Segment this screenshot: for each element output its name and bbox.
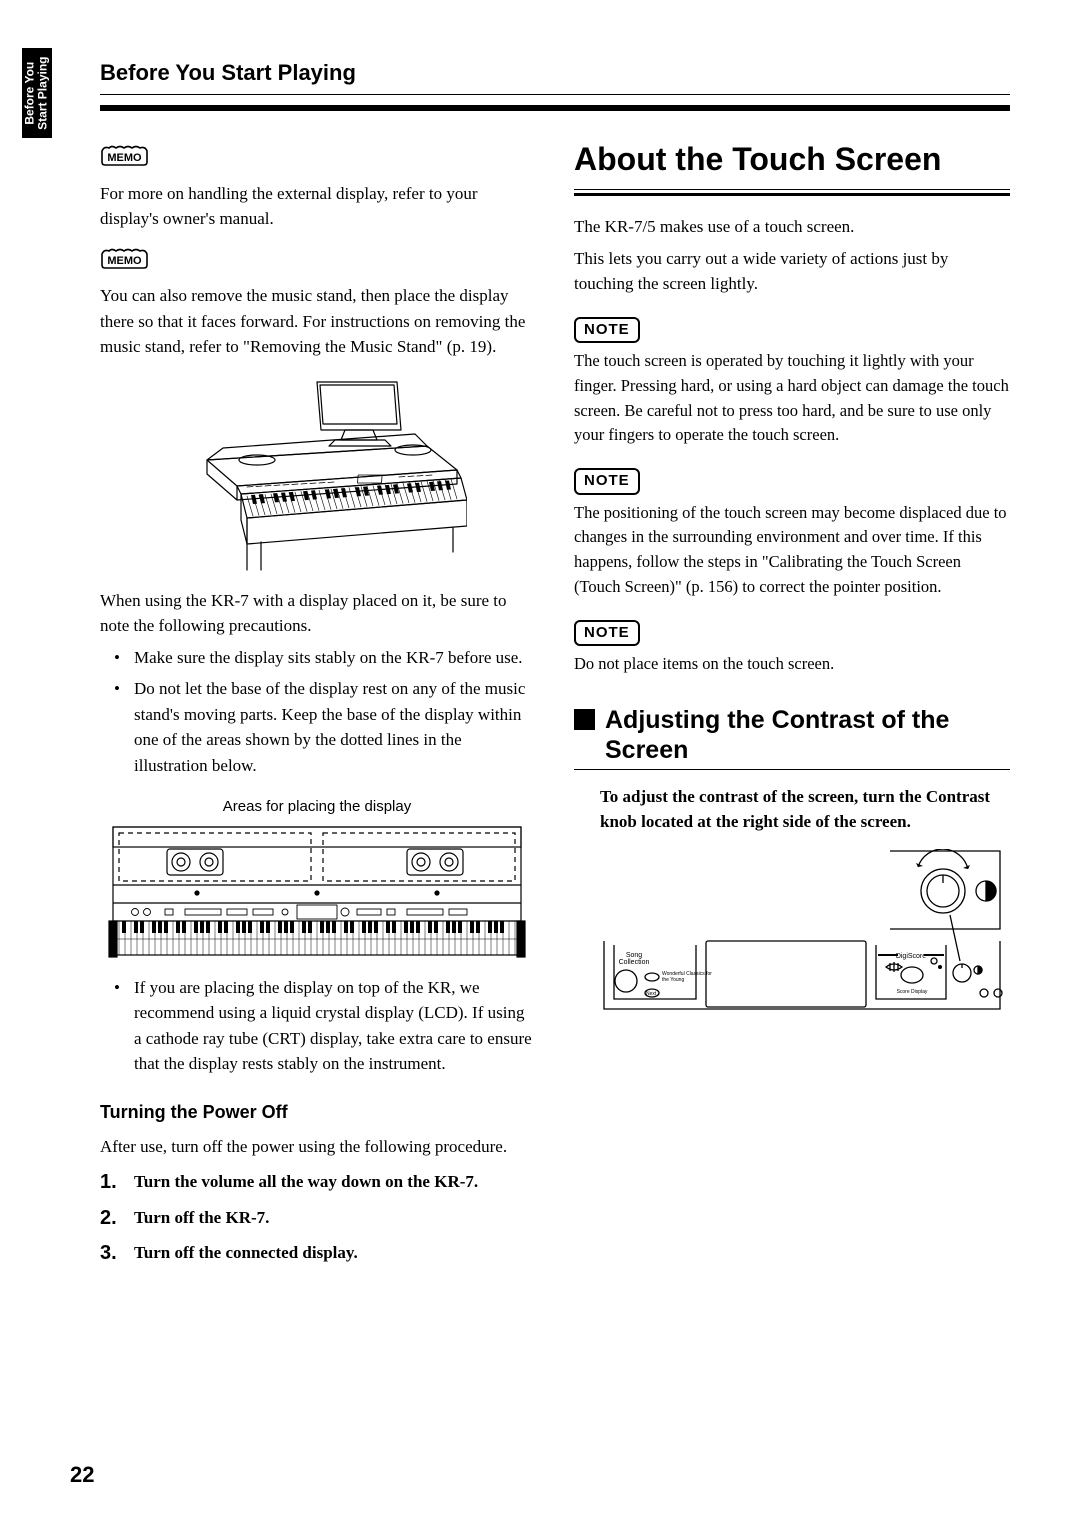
side-tab-text: Before You Start Playing xyxy=(24,56,50,129)
right-column: About the Touch Screen The KR-7/5 makes … xyxy=(574,135,1010,1276)
bullet-lcd: If you are placing the display on top of… xyxy=(120,975,534,1077)
memo-icon: MEMO xyxy=(100,248,156,270)
left-column: MEMO For more on handling the external d… xyxy=(100,135,534,1276)
contrast-panel-illustration: Song Collection Wonderful Classics for t… xyxy=(600,849,1010,1029)
step-3: Turn off the connected display. xyxy=(100,1240,534,1266)
svg-text:MEMO: MEMO xyxy=(107,152,142,164)
power-off-intro: After use, turn off the power using the … xyxy=(100,1134,534,1160)
svg-text:DigiScore: DigiScore xyxy=(896,953,926,960)
note3: Do not place items on the touch screen. xyxy=(574,652,1010,677)
running-head: Before You Start Playing xyxy=(100,60,1010,95)
adjust-contrast-heading: Adjusting the Contrast of the Screen xyxy=(605,705,1010,765)
step-1: Turn the volume all the way down on the … xyxy=(100,1169,534,1195)
note-label-2: NOTE xyxy=(574,468,640,495)
touch-screen-heading: About the Touch Screen xyxy=(574,135,1010,190)
page-number: 22 xyxy=(70,1462,94,1488)
h1-rule xyxy=(574,193,1010,196)
intro1: The KR-7/5 makes use of a touch screen. xyxy=(574,214,1010,240)
memo-icon: MEMO xyxy=(100,145,156,167)
h2-rule xyxy=(574,769,1010,770)
adjust-para: To adjust the contrast of the screen, tu… xyxy=(600,784,1010,835)
svg-text:Score Display: Score Display xyxy=(897,989,928,995)
note-label-3: NOTE xyxy=(574,620,640,647)
intro2: This lets you carry out a wide variety o… xyxy=(574,246,1010,297)
note-label-1: NOTE xyxy=(574,317,640,344)
memo2-text: You can also remove the music stand, the… xyxy=(100,283,534,360)
side-tab-line2: Start Playing xyxy=(36,56,50,129)
header-thick-rule xyxy=(100,105,1010,111)
piano-monitor-illustration xyxy=(167,374,467,574)
side-tab: Before You Start Playing xyxy=(22,48,52,138)
areas-caption: Areas for placing the display xyxy=(100,796,534,819)
note1: The touch screen is operated by touching… xyxy=(574,349,1010,448)
svg-text:MEMO: MEMO xyxy=(107,255,142,267)
bullet-stable: Make sure the display sits stably on the… xyxy=(120,645,534,671)
h2-square-icon xyxy=(574,709,595,730)
svg-text:Collection: Collection xyxy=(619,959,650,966)
piano-topview-illustration xyxy=(107,821,527,961)
step-2: Turn off the KR-7. xyxy=(100,1205,534,1231)
svg-text:the Young: the Young xyxy=(662,977,684,983)
power-off-heading: Turning the Power Off xyxy=(100,1099,534,1126)
precautions-intro: When using the KR-7 with a display place… xyxy=(100,588,534,639)
svg-text:Song: Song xyxy=(626,952,642,959)
note2: The positioning of the touch screen may … xyxy=(574,501,1010,600)
bullet-base: Do not let the base of the display rest … xyxy=(120,676,534,778)
memo1-text: For more on handling the external displa… xyxy=(100,181,534,232)
